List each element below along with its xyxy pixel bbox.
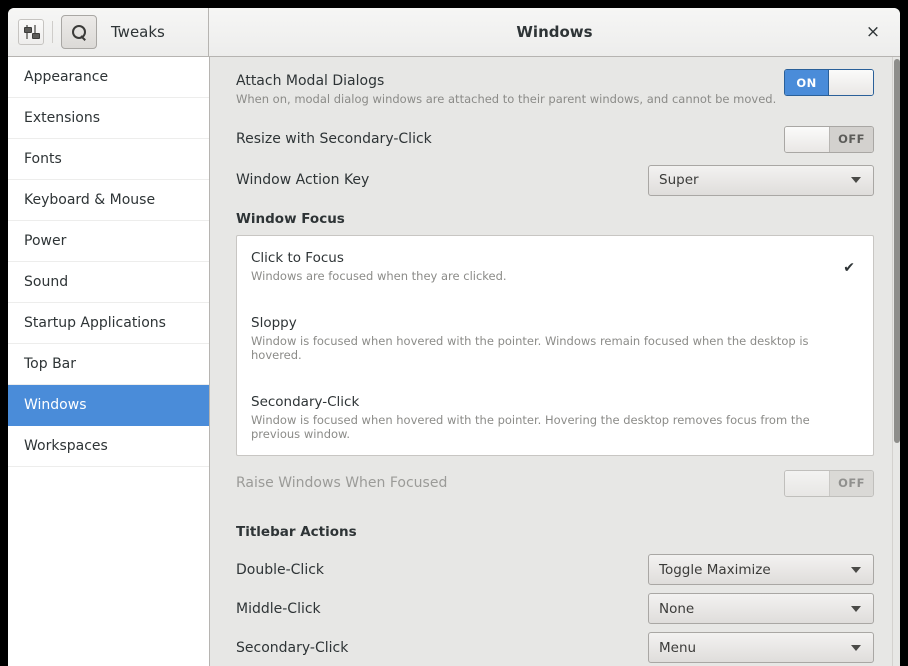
section-heading-titlebar-actions: Titlebar Actions — [236, 524, 357, 540]
toggle-knob — [829, 70, 873, 95]
setting-title: Window Action Key — [236, 172, 370, 188]
option-description: Window is focused when hovered with the … — [251, 413, 810, 441]
toggle-state-label: OFF — [828, 470, 873, 496]
dropdown-value: Toggle Maximize — [659, 561, 771, 578]
sidebar-item-label: Sound — [24, 274, 69, 290]
sidebar-item-label: Keyboard & Mouse — [24, 192, 156, 208]
setting-row-resize-secondary-click: Resize with Secondary-Click OFF — [236, 119, 874, 159]
toggle-state-label: OFF — [828, 126, 873, 152]
sidebar-item-appearance[interactable]: Appearance — [8, 57, 209, 98]
toggle-knob — [785, 126, 829, 152]
setting-title: Middle-Click — [236, 600, 321, 617]
setting-row-secondary-click: Secondary-Click Menu — [236, 628, 874, 666]
focus-option-sloppy[interactable]: Sloppy Window is focused when hovered wi… — [237, 301, 873, 380]
setting-row-window-action-key: Window Action Key Super — [236, 159, 874, 201]
dropdown-double-click-action[interactable]: Toggle Maximize — [648, 554, 874, 585]
header-right: Windows × — [209, 8, 900, 56]
label-group: Secondary-Click — [236, 640, 348, 656]
focus-option-click-to-focus[interactable]: Click to Focus Windows are focused when … — [237, 236, 873, 301]
sidebar-item-fonts[interactable]: Fonts — [8, 139, 209, 180]
chevron-down-icon — [851, 644, 861, 651]
checkmark-icon — [855, 315, 859, 325]
label-group: Attach Modal Dialogs When on, modal dial… — [236, 69, 776, 106]
setting-description: When on, modal dialog windows are attach… — [236, 92, 777, 106]
dropdown-value: None — [659, 600, 695, 617]
sidebar-item-label: Workspaces — [24, 438, 108, 454]
checkmark-icon: ✔ — [843, 260, 855, 276]
setting-row-double-click: Double-Click Toggle Maximize — [236, 550, 874, 589]
toggle-attach-modal-dialogs[interactable]: ON — [784, 69, 874, 96]
tweaks-window: Tweaks Windows × Appearance Extensions F… — [8, 8, 900, 666]
sidebar-item-label: Top Bar — [24, 356, 77, 372]
setting-row-raise-windows-when-focused: Raise Windows When Focused OFF — [236, 462, 874, 504]
search-icon — [71, 24, 87, 40]
setting-title: Secondary-Click — [236, 639, 349, 656]
sidebar-item-top-bar[interactable]: Top Bar — [8, 344, 209, 385]
sidebar-item-label: Fonts — [24, 151, 62, 167]
option-text-group: Secondary-Click Window is focused when h… — [251, 394, 855, 441]
label-group: Window Action Key — [236, 172, 369, 188]
section-heading-window-focus: Window Focus — [236, 211, 345, 227]
toggle-resize-secondary-click[interactable]: OFF — [784, 125, 874, 153]
dropdown-value: Super — [659, 172, 699, 188]
option-text-group: Click to Focus Windows are focused when … — [251, 250, 507, 283]
option-description: Windows are focused when they are clicke… — [251, 269, 507, 283]
sidebar-item-keyboard-mouse[interactable]: Keyboard & Mouse — [8, 180, 209, 221]
window-focus-listbox: Click to Focus Windows are focused when … — [236, 235, 874, 456]
settings-panel: Attach Modal Dialogs When on, modal dial… — [210, 57, 900, 666]
label-group: Resize with Secondary-Click — [236, 131, 432, 147]
header-divider — [52, 21, 53, 43]
search-button[interactable] — [61, 15, 97, 49]
setting-title: Double-Click — [236, 561, 325, 578]
sidebar-item-power[interactable]: Power — [8, 221, 209, 262]
focus-option-secondary-click[interactable]: Secondary-Click Window is focused when h… — [237, 380, 873, 455]
toggle-state-label: ON — [785, 70, 830, 95]
scrollbar-thumb[interactable] — [894, 59, 900, 443]
setting-title: Attach Modal Dialogs — [236, 73, 385, 89]
page-title: Windows — [516, 23, 593, 41]
sidebar-item-label: Appearance — [24, 69, 109, 85]
vertical-scrollbar[interactable] — [892, 57, 900, 666]
sidebar-item-label: Startup Applications — [24, 315, 166, 331]
sidebar-item-startup-applications[interactable]: Startup Applications — [8, 303, 209, 344]
sidebar-item-label: Power — [24, 233, 67, 249]
dropdown-window-action-key[interactable]: Super — [648, 164, 874, 196]
sidebar-item-workspaces[interactable]: Workspaces — [8, 426, 209, 467]
chevron-down-icon — [851, 566, 861, 573]
option-title: Click to Focus — [251, 250, 344, 266]
label-group: Raise Windows When Focused — [236, 475, 447, 491]
option-text-group: Sloppy Window is focused when hovered wi… — [251, 315, 855, 362]
setting-title: Raise Windows When Focused — [236, 475, 448, 491]
option-title: Secondary-Click — [251, 394, 360, 410]
sidebar-item-label: Windows — [24, 397, 87, 413]
toggle-raise-windows-when-focused[interactable]: OFF — [784, 469, 874, 497]
label-group: Middle-Click — [236, 601, 321, 617]
checkmark-icon — [855, 394, 859, 404]
close-icon[interactable]: × — [862, 21, 884, 43]
setting-title: Resize with Secondary-Click — [236, 131, 432, 147]
sidebar-item-windows[interactable]: Windows — [8, 385, 209, 426]
setting-row-middle-click: Middle-Click None — [236, 589, 874, 628]
chevron-down-icon — [851, 605, 861, 612]
sidebar-item-extensions[interactable]: Extensions — [8, 98, 209, 139]
option-description: Window is focused when hovered with the … — [251, 334, 809, 362]
label-group: Double-Click — [236, 562, 324, 578]
header-left: Tweaks — [8, 8, 209, 56]
sidebar-item-label: Extensions — [24, 110, 101, 126]
header-bar: Tweaks Windows × — [8, 8, 900, 57]
setting-row-attach-modal-dialogs: Attach Modal Dialogs When on, modal dial… — [236, 69, 874, 119]
chevron-down-icon — [851, 177, 861, 183]
sidebar-item-sound[interactable]: Sound — [8, 262, 209, 303]
sidebar: Appearance Extensions Fonts Keyboard & M… — [8, 57, 210, 666]
option-title: Sloppy — [251, 315, 297, 331]
dropdown-middle-click-action[interactable]: None — [648, 593, 874, 624]
dropdown-value: Menu — [659, 639, 697, 656]
toggle-knob — [785, 470, 829, 496]
tweaks-sliders-icon — [18, 19, 44, 45]
app-name: Tweaks — [111, 23, 165, 41]
dropdown-secondary-click-action[interactable]: Menu — [648, 632, 874, 663]
